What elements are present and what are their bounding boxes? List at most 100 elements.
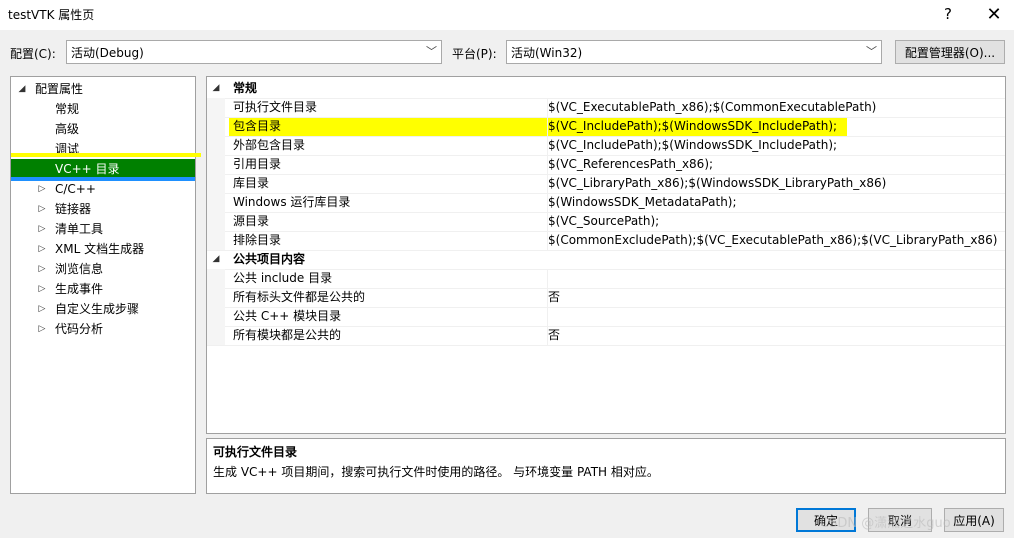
collapse-triangle-icon[interactable]: ◢ [207, 250, 225, 269]
tree-item-selected[interactable]: VC++ 目录 [11, 153, 201, 181]
description-panel: 可执行文件目录 生成 VC++ 项目期间，搜索可执行文件时使用的路径。 与环境变… [206, 438, 1006, 494]
watermark: CSDN @潇湘之水guo [820, 516, 951, 531]
chevron-down-icon: ﹀ [866, 45, 877, 58]
tree-item[interactable]: ▷ 代码分析 [11, 319, 195, 339]
property-value[interactable]: $(VC_IncludePath);$(WindowsSDK_IncludePa… [547, 117, 837, 136]
tree-item[interactable]: 常规 [11, 99, 195, 119]
property-value[interactable] [547, 307, 548, 326]
property-name: 排除目录 [233, 233, 282, 247]
tree-item-label: 自定义生成步骤 [55, 302, 140, 316]
property-row[interactable]: 可执行文件目录 $(VC_ExecutablePath_x86);$(Common… [207, 98, 1005, 118]
help-button[interactable]: ? [934, 2, 962, 26]
property-name: 可执行文件目录 [233, 100, 318, 114]
expand-triangle-icon[interactable]: ▷ [37, 319, 47, 339]
property-name: 库目录 [233, 176, 270, 190]
tree-item[interactable]: ▷ XML 文档生成器 [11, 239, 195, 259]
tree-item-label: 浏览信息 [55, 262, 104, 276]
tree-item[interactable]: ▷ 自定义生成步骤 [11, 299, 195, 319]
row-gutter [207, 155, 225, 174]
property-value[interactable]: 否 [547, 326, 560, 345]
tree-item[interactable]: ▷ 浏览信息 [11, 259, 195, 279]
platform-label: 平台(P): [452, 47, 497, 61]
tree-item[interactable]: 高级 [11, 119, 195, 139]
property-row[interactable]: 所有模块都是公共的 否 [207, 326, 1005, 346]
tree-item-label: 链接器 [55, 202, 92, 216]
title-bar: testVTK 属性页 ? ✕ [0, 0, 1014, 30]
category-name: 常规 [233, 81, 258, 95]
expand-triangle-icon[interactable]: ▷ [37, 219, 47, 239]
apply-button[interactable]: 应用(A) [944, 508, 1004, 532]
tree-item-label: 常规 [55, 102, 80, 116]
property-value[interactable] [547, 269, 548, 288]
expand-triangle-icon[interactable]: ▷ [37, 259, 47, 279]
close-icon[interactable]: ✕ [980, 2, 1008, 26]
property-value[interactable]: $(VC_IncludePath);$(WindowsSDK_IncludePa… [547, 136, 837, 155]
platform-dropdown-value: 活动(Win32) [511, 46, 583, 60]
row-gutter [207, 326, 225, 345]
category-row[interactable]: ◢ 常规 [207, 79, 1005, 99]
expand-triangle-icon[interactable]: ▷ [37, 179, 47, 199]
category-row[interactable]: ◢ 公共项目内容 [207, 250, 1005, 270]
row-gutter [207, 174, 225, 193]
property-name: Windows 运行库目录 [233, 195, 351, 209]
property-grid[interactable]: ◢ 常规可执行文件目录 $(VC_ExecutablePath_x86);$(Com… [206, 76, 1006, 434]
tree-item-label: 高级 [55, 122, 80, 136]
row-gutter [207, 117, 225, 136]
property-name: 源目录 [233, 214, 270, 228]
row-gutter [207, 231, 225, 250]
expand-triangle-icon[interactable]: ▷ [37, 199, 47, 219]
config-label: 配置(C): [10, 47, 56, 61]
expand-triangle-icon[interactable]: ▷ [37, 279, 47, 299]
expand-triangle-icon[interactable]: ▷ [37, 239, 47, 259]
property-name: 包含目录 [233, 119, 282, 133]
tree-item-label: VC++ 目录 [55, 162, 120, 176]
property-row[interactable]: 排除目录 $(CommonExcludePath);$(VC_Executable… [207, 231, 1005, 251]
tree-item[interactable]: ▷ 链接器 [11, 199, 195, 219]
config-manager-button[interactable]: 配置管理器(O)... [895, 40, 1005, 64]
row-gutter [207, 307, 225, 326]
property-name: 公共 include 目录 [233, 271, 333, 285]
property-row[interactable]: 库目录 $(VC_LibraryPath_x86);$(WindowsSDK_Li… [207, 174, 1005, 194]
window-title: testVTK 属性页 [8, 8, 95, 22]
tree-item[interactable]: ▷ C/C++ [11, 179, 195, 199]
property-name: 外部包含目录 [233, 138, 306, 152]
property-row[interactable]: 包含目录 $(VC_IncludePath);$(WindowsSDK_Inclu… [207, 117, 1005, 137]
property-value[interactable]: 否 [547, 288, 560, 307]
row-gutter [207, 98, 225, 117]
property-row[interactable]: 引用目录 $(VC_ReferencesPath_x86); [207, 155, 1005, 175]
property-row[interactable]: 源目录 $(VC_SourcePath); [207, 212, 1005, 232]
property-value[interactable]: $(VC_ExecutablePath_x86);$(CommonExecuta… [547, 98, 876, 117]
property-tree[interactable]: ◢ 配置属性 常规 高级 调试 VC++ 目录 ▷ C/C++ ▷ 链接器 ▷ 清单工具 ▷ XML … [10, 76, 201, 494]
chevron-down-icon: ﹀ [426, 45, 437, 58]
config-dropdown[interactable]: 活动(Debug) ﹀ [66, 40, 442, 64]
property-name: 所有标头文件都是公共的 [233, 290, 366, 304]
description-text: 生成 VC++ 项目期间，搜索可执行文件时使用的路径。 与环境变量 PATH 相… [213, 465, 659, 479]
tree-item[interactable]: ▷ 生成事件 [11, 279, 195, 299]
property-name: 所有模块都是公共的 [233, 328, 342, 342]
platform-dropdown[interactable]: 活动(Win32) ﹀ [506, 40, 882, 64]
highlight-mark [11, 153, 201, 157]
collapse-triangle-icon[interactable]: ◢ [17, 79, 27, 99]
collapse-triangle-icon[interactable]: ◢ [207, 79, 225, 98]
tree-item[interactable]: ▷ 清单工具 [11, 219, 195, 239]
tree-item-label: 清单工具 [55, 222, 104, 236]
property-value[interactable]: $(VC_SourcePath); [547, 212, 659, 231]
row-gutter [207, 136, 225, 155]
property-value[interactable]: $(VC_LibraryPath_x86);$(WindowsSDK_Libra… [547, 174, 886, 193]
property-row[interactable]: 公共 include 目录 [207, 269, 1005, 289]
property-name: 公共 C++ 模块目录 [233, 309, 342, 323]
row-gutter [207, 269, 225, 288]
row-gutter [207, 212, 225, 231]
property-row[interactable]: Windows 运行库目录 $(WindowsSDK_MetadataPath); [207, 193, 1005, 213]
property-value[interactable]: $(WindowsSDK_MetadataPath); [547, 193, 737, 212]
config-dropdown-value: 活动(Debug) [71, 46, 144, 60]
row-gutter [207, 193, 225, 212]
property-row[interactable]: 公共 C++ 模块目录 [207, 307, 1005, 327]
property-row[interactable]: 外部包含目录 $(VC_IncludePath);$(WindowsSDK_Inc… [207, 136, 1005, 156]
property-value[interactable]: $(VC_ReferencesPath_x86); [547, 155, 713, 174]
property-value[interactable]: $(CommonExcludePath);$(VC_ExecutablePath… [547, 231, 997, 250]
tree-root-label: 配置属性 [35, 82, 84, 96]
tree-item-label: 生成事件 [55, 282, 104, 296]
property-row[interactable]: 所有标头文件都是公共的 否 [207, 288, 1005, 308]
expand-triangle-icon[interactable]: ▷ [37, 299, 47, 319]
